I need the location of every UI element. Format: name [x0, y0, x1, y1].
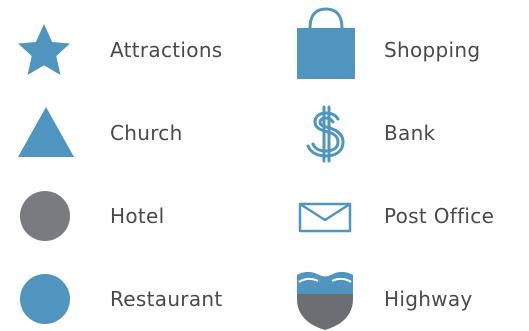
legend-label-highway: Highway	[384, 287, 473, 311]
legend-label-bank: Bank	[384, 121, 436, 145]
dollar-sign-icon	[290, 103, 354, 163]
legend-item-post-office: Post Office	[290, 186, 525, 246]
legend-item-bank: Bank	[290, 103, 520, 163]
map-legend: Attractions Shopping Church Bank Hotel P…	[0, 0, 529, 331]
highway-shield-icon	[290, 269, 354, 330]
legend-item-church: Church	[10, 103, 260, 163]
envelope-icon	[290, 186, 354, 246]
legend-item-attractions: Attractions	[10, 20, 260, 80]
legend-label-shopping: Shopping	[384, 38, 481, 62]
legend-item-hotel: Hotel	[10, 186, 260, 246]
legend-item-restaurant: Restaurant	[10, 269, 260, 329]
star-icon	[10, 20, 74, 80]
legend-label-church: Church	[110, 121, 183, 145]
legend-label-hotel: Hotel	[110, 204, 165, 228]
circle-icon	[10, 186, 74, 246]
legend-label-attractions: Attractions	[110, 38, 223, 62]
shopping-bag-icon	[290, 6, 360, 80]
triangle-icon	[10, 103, 74, 163]
legend-item-highway: Highway	[290, 269, 520, 330]
legend-label-restaurant: Restaurant	[110, 287, 223, 311]
circle-icon	[10, 269, 74, 329]
legend-label-post-office: Post Office	[384, 204, 495, 228]
legend-item-shopping: Shopping	[290, 7, 520, 80]
